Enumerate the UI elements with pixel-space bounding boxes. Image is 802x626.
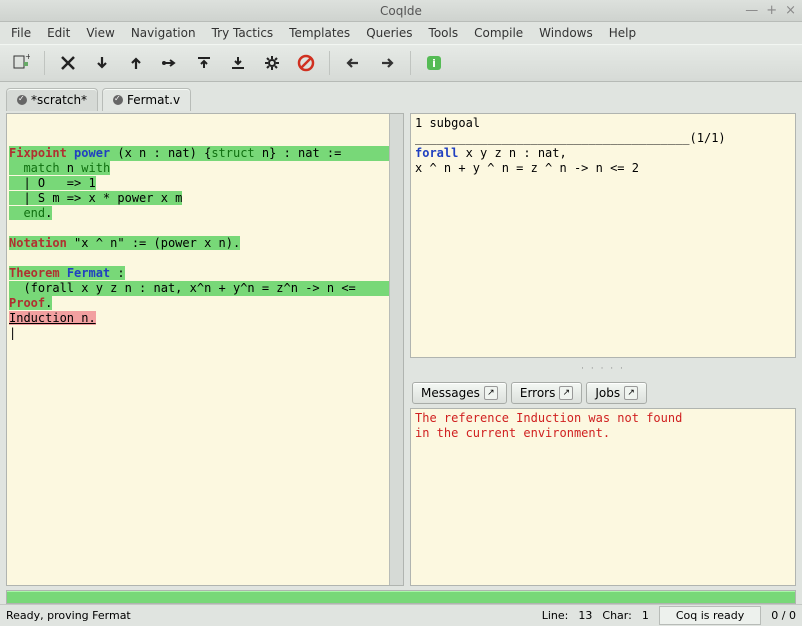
status-coq: Coq is ready xyxy=(659,606,761,625)
down-arrow-icon[interactable] xyxy=(89,49,115,77)
toolbar-separator xyxy=(44,51,45,75)
prev-icon[interactable] xyxy=(340,49,366,77)
detach-icon[interactable]: ↗ xyxy=(559,386,573,400)
menu-navigation[interactable]: Navigation xyxy=(124,24,203,42)
status-left: Ready, proving Fermat xyxy=(6,609,131,622)
splitter[interactable]: · · · · · xyxy=(410,362,796,376)
info-icon[interactable]: i xyxy=(421,49,447,77)
editor[interactable]: Fixpoint power (x n : nat) {struct n} : … xyxy=(7,114,403,585)
menu-help[interactable]: Help xyxy=(602,24,643,42)
tab-errors[interactable]: Errors↗ xyxy=(511,382,583,404)
menu-view[interactable]: View xyxy=(79,24,121,42)
minimize-button[interactable]: — xyxy=(745,3,758,18)
svg-text:+: + xyxy=(25,54,30,61)
menu-queries[interactable]: Queries xyxy=(359,24,419,42)
tab-scratch[interactable]: *scratch* xyxy=(6,88,98,111)
maximize-button[interactable]: + xyxy=(766,3,777,18)
progress-bar xyxy=(6,590,796,604)
window-title: CoqIde xyxy=(380,4,422,18)
error-message: The reference Induction was not found in… xyxy=(415,411,682,440)
detach-icon[interactable]: ↗ xyxy=(484,386,498,400)
up-arrow-icon[interactable] xyxy=(123,49,149,77)
save-icon[interactable]: + xyxy=(8,49,34,77)
menu-edit[interactable]: Edit xyxy=(40,24,77,42)
goto-icon[interactable] xyxy=(157,49,183,77)
menu-try-tactics[interactable]: Try Tactics xyxy=(205,24,281,42)
status-line: 13 xyxy=(578,609,592,622)
file-tabs: *scratch* Fermat.v xyxy=(0,82,802,111)
tab-label: *scratch* xyxy=(31,93,87,107)
titlebar: CoqIde — + × xyxy=(0,0,802,22)
tab-label: Fermat.v xyxy=(127,93,180,107)
scrollbar[interactable] xyxy=(389,114,403,585)
svg-text:i: i xyxy=(432,57,436,70)
tab-status-icon xyxy=(113,95,123,105)
right-pane: 1 subgoal_______________________________… xyxy=(410,113,796,586)
menubar: File Edit View Navigation Try Tactics Te… xyxy=(0,22,802,44)
status-line-label: Line: xyxy=(542,609,569,622)
main-area: Fixpoint power (x n : nat) {struct n} : … xyxy=(0,111,802,590)
tab-fermat[interactable]: Fermat.v xyxy=(102,88,191,111)
window-buttons: — + × xyxy=(745,0,796,21)
menu-file[interactable]: File xyxy=(4,24,38,42)
to-bottom-icon[interactable] xyxy=(225,49,251,77)
menu-templates[interactable]: Templates xyxy=(282,24,357,42)
status-right: 0 / 0 xyxy=(771,609,796,622)
bottom-tabs: Messages↗ Errors↗ Jobs↗ xyxy=(410,380,796,404)
menu-compile[interactable]: Compile xyxy=(467,24,530,42)
to-top-icon[interactable] xyxy=(191,49,217,77)
tab-jobs[interactable]: Jobs↗ xyxy=(586,382,647,404)
stop-icon[interactable] xyxy=(293,49,319,77)
goal-pane[interactable]: 1 subgoal_______________________________… xyxy=(410,113,796,358)
toolbar-separator xyxy=(329,51,330,75)
editor-pane: Fixpoint power (x n : nat) {struct n} : … xyxy=(6,113,404,586)
detach-icon[interactable]: ↗ xyxy=(624,386,638,400)
close-icon[interactable] xyxy=(55,49,81,77)
close-button[interactable]: × xyxy=(785,3,796,18)
next-icon[interactable] xyxy=(374,49,400,77)
menu-tools[interactable]: Tools xyxy=(422,24,466,42)
gear-icon[interactable] xyxy=(259,49,285,77)
status-char: 1 xyxy=(642,609,649,622)
toolbar: + i xyxy=(0,44,802,82)
tab-status-icon xyxy=(17,95,27,105)
messages-pane[interactable]: The reference Induction was not found in… xyxy=(410,408,796,586)
toolbar-separator xyxy=(410,51,411,75)
statusbar: Ready, proving Fermat Line: 13 Char: 1 C… xyxy=(0,604,802,626)
tab-messages[interactable]: Messages↗ xyxy=(412,382,507,404)
menu-windows[interactable]: Windows xyxy=(532,24,600,42)
status-char-label: Char: xyxy=(602,609,631,622)
